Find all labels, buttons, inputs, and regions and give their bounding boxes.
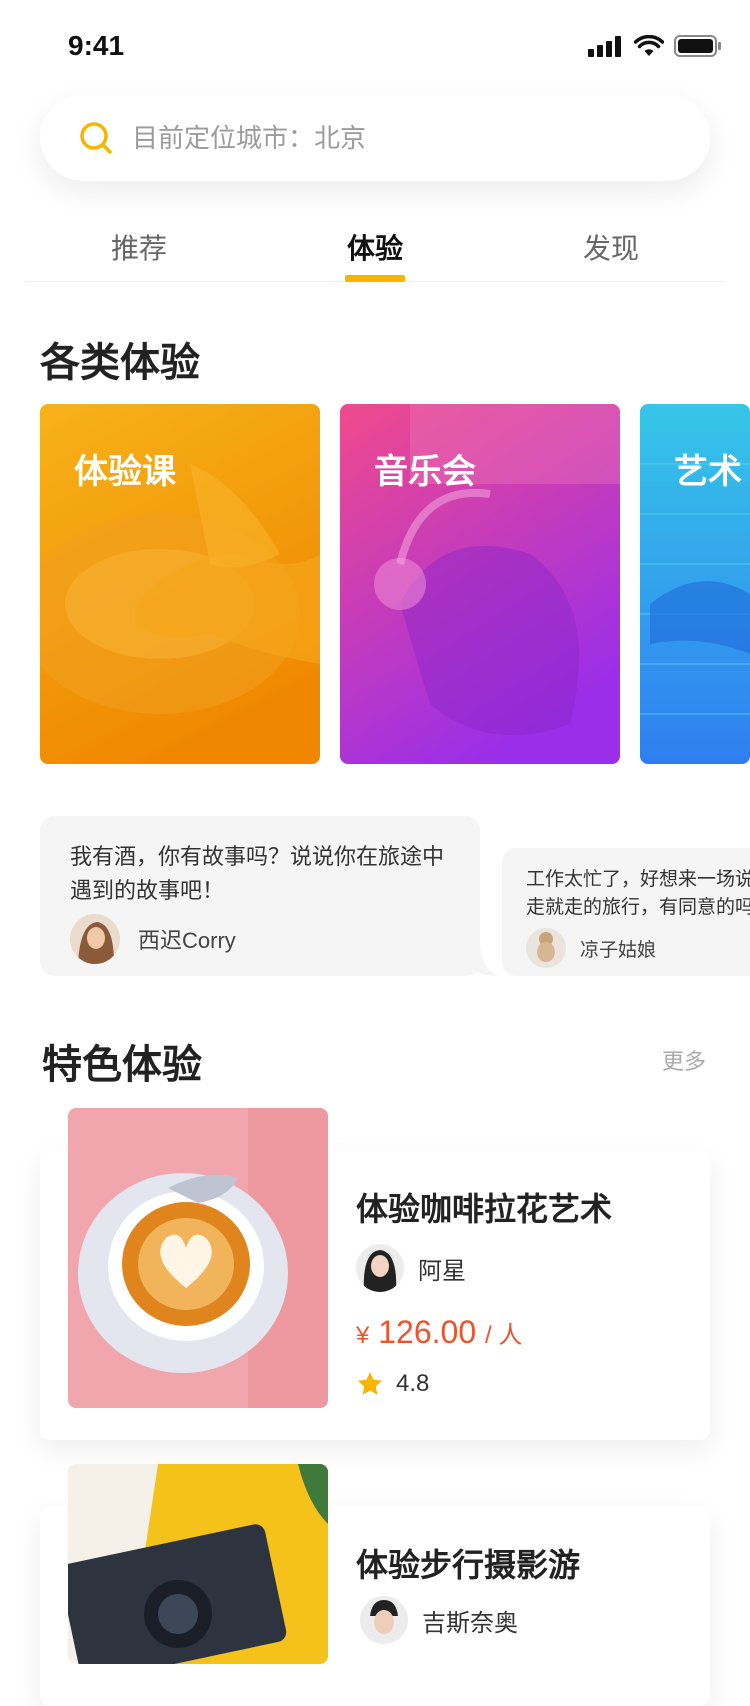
category-card-art[interactable]: 艺术	[640, 404, 750, 764]
star-icon	[357, 1372, 383, 1395]
tab-discover[interactable]: 发现	[583, 227, 639, 267]
story-username: 西迟Corry	[138, 928, 236, 953]
host-avatar-icon	[360, 1596, 408, 1644]
avatar	[70, 914, 120, 964]
battery-icon	[674, 35, 721, 57]
search-icon	[80, 122, 112, 154]
story-text: 工作太忙了，好想来一场说走就走的旅行，有同意的吗～	[526, 866, 750, 926]
story-username: 凉子姑娘	[580, 939, 657, 961]
coffee-image	[68, 1108, 328, 1408]
camera-image	[68, 1464, 328, 1664]
story-bubble[interactable]: 我有酒，你有故事吗？说说你在旅途中遇到的故事吧！ 西迟Corry	[40, 816, 480, 976]
category-label: 体验课	[74, 453, 176, 491]
status-time: 9:41	[68, 30, 125, 61]
currency-symbol: ¥	[356, 1322, 370, 1349]
category-label: 艺术	[674, 453, 742, 491]
featured-title: 特色体验	[42, 1043, 202, 1087]
rating-value: 4.8	[396, 1370, 430, 1397]
category-card-class[interactable]: 体验课	[40, 404, 320, 764]
story-user: 西迟Corry	[70, 914, 236, 964]
avatar	[356, 1244, 404, 1292]
bubble-tail-icon	[468, 944, 498, 976]
category-label: 音乐会	[374, 453, 476, 491]
price-unit: / 人	[485, 1322, 523, 1349]
tab-experience[interactable]: 体验	[347, 227, 403, 267]
category-card-concert[interactable]: 音乐会	[340, 404, 620, 764]
host-row: 阿星	[356, 1244, 466, 1292]
tab-active-indicator	[345, 275, 405, 282]
price: ¥ 126.00 / 人	[356, 1314, 522, 1351]
search-bar[interactable]	[40, 95, 710, 181]
camera-photo-icon	[68, 1464, 328, 1664]
host-name: 阿星	[418, 1257, 466, 1285]
story-text-line: 工作太忙了，好想来一场说走就走的旅行，有同意的吗～	[526, 869, 750, 926]
categories-title: 各类体验	[40, 341, 200, 385]
tab-recommend[interactable]: 推荐	[111, 227, 167, 267]
user-avatar-icon	[526, 928, 566, 968]
story-bubble[interactable]: 工作太忙了，好想来一场说走就走的旅行，有同意的吗～ 凉子姑娘	[502, 848, 750, 976]
feature-title: 体验咖啡拉花艺术	[356, 1191, 613, 1227]
user-avatar-icon	[70, 914, 120, 964]
host-name: 吉斯奈奥	[422, 1609, 518, 1637]
status-icons	[588, 34, 722, 58]
feature-title: 体验步行摄影游	[356, 1547, 581, 1583]
wifi-icon	[634, 35, 664, 56]
rating: 4.8	[356, 1370, 429, 1398]
avatar	[360, 1596, 408, 1644]
host-avatar-icon	[356, 1244, 404, 1292]
more-link[interactable]: 更多	[662, 1044, 706, 1076]
tab-bar: 推荐 体验 发现	[25, 215, 725, 282]
latte-art-photo-icon	[68, 1108, 328, 1408]
search-input[interactable]	[130, 121, 654, 155]
price-value: 126.00	[378, 1314, 477, 1350]
story-user: 凉子姑娘	[526, 928, 656, 968]
signal-icon	[588, 36, 621, 57]
avatar	[526, 928, 566, 968]
story-text: 我有酒，你有故事吗？说说你在旅途中遇到的故事吧！	[70, 844, 445, 903]
host-row: 吉斯奈奥	[360, 1596, 518, 1644]
